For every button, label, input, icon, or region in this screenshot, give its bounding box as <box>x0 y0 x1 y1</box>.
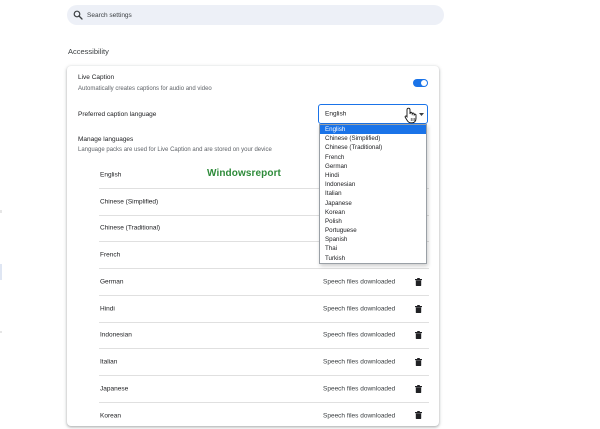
dropdown-option[interactable]: Japanese <box>320 199 426 208</box>
dropdown-option[interactable]: Spanish <box>320 235 426 244</box>
language-row: Indonesian Speech files downloaded <box>99 322 429 350</box>
language-dropdown-list[interactable]: English Chinese (Simplified) Chinese (Trad… <box>319 124 427 264</box>
language-status: Speech files downloaded <box>323 412 396 420</box>
language-name: English <box>100 171 122 179</box>
dropdown-option[interactable]: English <box>320 125 426 135</box>
dropdown-option[interactable]: Chinese (Simplified) <box>320 134 426 143</box>
delete-icon[interactable] <box>415 384 422 393</box>
language-status: Speech files downloaded <box>323 278 396 286</box>
language-name: French <box>100 251 121 259</box>
caret-down-icon <box>419 113 424 116</box>
dropdown-option[interactable]: Italian <box>320 189 426 198</box>
dropdown-option[interactable]: Polish <box>320 217 426 226</box>
dropdown-option[interactable]: Korean <box>320 208 426 217</box>
language-row: Korean Speech files downloaded <box>99 402 429 429</box>
section-title: Accessibility <box>68 47 109 56</box>
search-bar[interactable]: Search settings <box>67 5 444 25</box>
live-caption-toggle[interactable] <box>413 79 428 87</box>
dropdown-option[interactable]: Turkish <box>320 254 426 263</box>
language-row: German Speech files downloaded <box>99 269 429 296</box>
watermark: Windowsreport <box>207 168 281 179</box>
dropdown-option[interactable]: Portuguese <box>320 226 426 235</box>
language-status: Speech files downloaded <box>323 358 396 366</box>
live-caption-subtitle: Automatically creates captions for audio… <box>78 86 212 92</box>
dropdown-option[interactable]: Hindi <box>320 171 426 180</box>
language-row: Italian Speech files downloaded <box>99 349 429 376</box>
search-icon <box>73 10 83 20</box>
language-name: Hindi <box>100 305 115 312</box>
live-caption-title: Live Caption <box>78 74 115 81</box>
language-status: Speech files downloaded <box>323 331 396 339</box>
language-row: Hindi Speech files downloaded <box>99 296 429 323</box>
edge-divider <box>0 210 2 213</box>
dropdown-option[interactable]: Chinese (Traditional) <box>320 143 426 152</box>
edge-tab <box>0 264 2 280</box>
language-status: Speech files downloaded <box>323 385 396 393</box>
language-name: Korean <box>100 412 121 420</box>
language-name: Indonesian <box>100 331 132 339</box>
hand-cursor-icon <box>404 107 417 124</box>
select-value: English <box>325 110 347 118</box>
dropdown-option[interactable]: Thai <box>320 244 426 253</box>
dropdown-option[interactable]: Indonesian <box>320 180 426 189</box>
toggle-knob <box>421 80 427 86</box>
manage-languages-subtitle: Language packs are used for Live Caption… <box>78 147 272 153</box>
search-input[interactable]: Search settings <box>87 12 132 19</box>
language-row: Japanese Speech files downloaded <box>99 376 429 403</box>
delete-icon[interactable] <box>415 411 422 420</box>
language-name: German <box>100 278 124 286</box>
language-status: Speech files downloaded <box>323 305 396 312</box>
edge-divider <box>0 331 2 333</box>
language-name: Italian <box>100 358 118 366</box>
manage-languages-title: Manage languages <box>78 136 134 143</box>
preferred-language-label: Preferred caption language <box>78 111 157 118</box>
language-name: Chinese (Traditional) <box>100 224 161 232</box>
dropdown-option[interactable]: German <box>320 162 426 171</box>
delete-icon[interactable] <box>415 331 422 340</box>
dropdown-option[interactable]: French <box>320 153 426 162</box>
delete-icon[interactable] <box>415 277 422 286</box>
delete-icon[interactable] <box>415 304 422 313</box>
delete-icon[interactable] <box>415 357 422 366</box>
language-name: Japanese <box>100 385 129 393</box>
language-name: Chinese (Simplified) <box>100 198 159 206</box>
